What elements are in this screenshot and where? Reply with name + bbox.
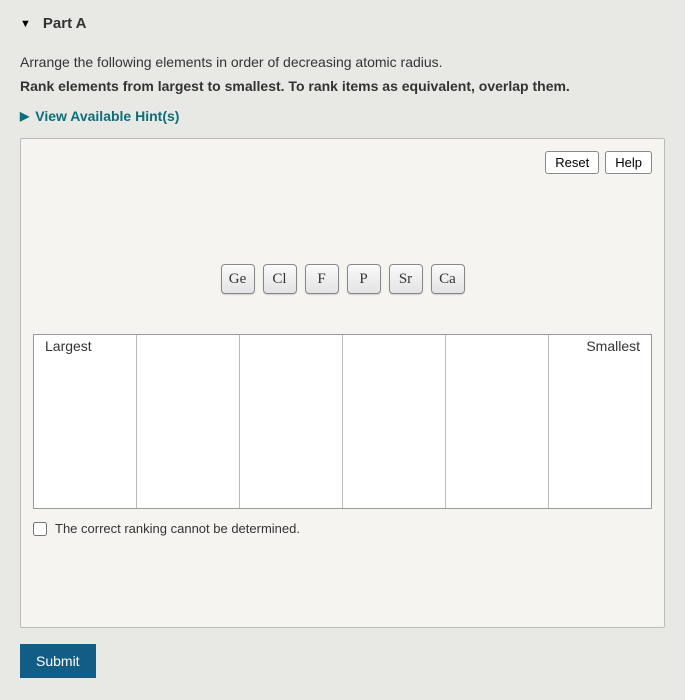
tile-cl[interactable]: Cl xyxy=(263,264,297,294)
help-button[interactable]: Help xyxy=(605,151,652,174)
part-title: Part A xyxy=(43,15,87,32)
reset-button[interactable]: Reset xyxy=(545,151,599,174)
top-buttons: Reset Help xyxy=(33,151,652,174)
rank-bin-2[interactable] xyxy=(137,335,240,508)
rank-bin-6[interactable] xyxy=(549,335,651,508)
tiles-row: Ge Cl F P Sr Ca xyxy=(33,264,652,294)
caret-right-icon: ▶ xyxy=(20,109,29,123)
rank-bins xyxy=(33,334,652,509)
part-header[interactable]: ▼ Part A xyxy=(20,15,665,32)
rank-container: Largest Smallest xyxy=(33,334,652,509)
work-area: Reset Help Ge Cl F P Sr Ca Largest Small… xyxy=(20,138,665,628)
cannot-determine-row: The correct ranking cannot be determined… xyxy=(33,521,652,536)
cannot-determine-label: The correct ranking cannot be determined… xyxy=(55,521,300,536)
tile-ca[interactable]: Ca xyxy=(431,264,465,294)
rank-label-largest: Largest xyxy=(45,338,92,354)
collapse-icon: ▼ xyxy=(20,18,31,30)
rank-bin-5[interactable] xyxy=(446,335,549,508)
rank-bin-1[interactable] xyxy=(34,335,137,508)
tile-ge[interactable]: Ge xyxy=(221,264,255,294)
cannot-determine-checkbox[interactable] xyxy=(33,522,47,536)
instruction-line-1: Arrange the following elements in order … xyxy=(20,54,665,70)
tile-sr[interactable]: Sr xyxy=(389,264,423,294)
rank-bin-4[interactable] xyxy=(343,335,446,508)
tile-p[interactable]: P xyxy=(347,264,381,294)
instruction-line-2: Rank elements from largest to smallest. … xyxy=(20,78,665,94)
tile-f[interactable]: F xyxy=(305,264,339,294)
view-hints-toggle[interactable]: ▶ View Available Hint(s) xyxy=(20,108,665,124)
submit-button[interactable]: Submit xyxy=(20,644,96,678)
rank-bin-3[interactable] xyxy=(240,335,343,508)
rank-label-smallest: Smallest xyxy=(586,338,640,354)
hints-label: View Available Hint(s) xyxy=(35,108,179,124)
